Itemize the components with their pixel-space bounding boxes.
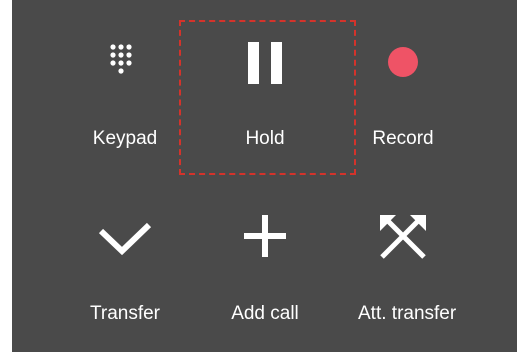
add-call-button[interactable]: Add call: [220, 205, 310, 335]
transfer-button[interactable]: Transfer: [80, 205, 170, 335]
add-call-label: Add call: [231, 303, 299, 324]
keypad-icon: [110, 44, 132, 74]
attended-transfer-icon: [380, 215, 426, 259]
record-icon: [388, 47, 418, 77]
record-button[interactable]: Record: [358, 30, 448, 160]
pause-icon: [248, 42, 282, 84]
hold-label: Hold: [245, 128, 285, 149]
keypad-label: Keypad: [92, 128, 158, 149]
transfer-label: Transfer: [89, 303, 161, 324]
call-controls-panel: Keypad Hold Record Transfer Add call Att…: [12, 0, 517, 352]
plus-icon: [244, 215, 286, 257]
att-transfer-button[interactable]: Att. transfer: [358, 205, 457, 335]
keypad-button[interactable]: Keypad: [80, 30, 170, 160]
record-label: Record: [372, 128, 434, 149]
att-transfer-label: Att. transfer: [358, 303, 457, 324]
transfer-icon: [98, 222, 152, 256]
hold-button[interactable]: Hold: [220, 30, 310, 160]
